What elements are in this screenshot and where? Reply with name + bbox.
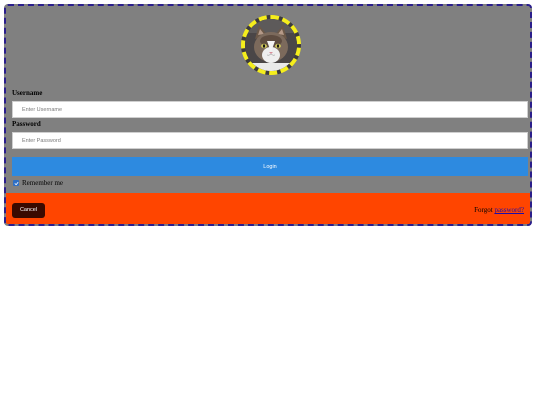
forgot-password-link[interactable]: password? [494, 206, 524, 214]
forgot-prefix: Forgot [474, 206, 495, 214]
password-label: Password [12, 120, 41, 128]
login-card: Username Password Login Remember me Canc… [4, 4, 532, 226]
cat-avatar-image [241, 15, 301, 75]
username-input[interactable] [12, 101, 528, 118]
remember-me-row[interactable]: Remember me [13, 178, 63, 188]
login-button[interactable]: Login [12, 157, 528, 176]
cancel-button[interactable]: Cancel [12, 203, 45, 218]
cat-avatar-icon [245, 19, 297, 71]
remember-me-checkbox[interactable] [13, 180, 19, 186]
remember-me-label: Remember me [22, 179, 64, 187]
checkmark-icon [14, 181, 18, 185]
username-label: Username [12, 89, 43, 97]
footer-bar: Cancel Forgot password? [6, 193, 530, 224]
forgot-password-text: Forgot password? [474, 206, 524, 214]
password-input[interactable] [12, 132, 528, 149]
